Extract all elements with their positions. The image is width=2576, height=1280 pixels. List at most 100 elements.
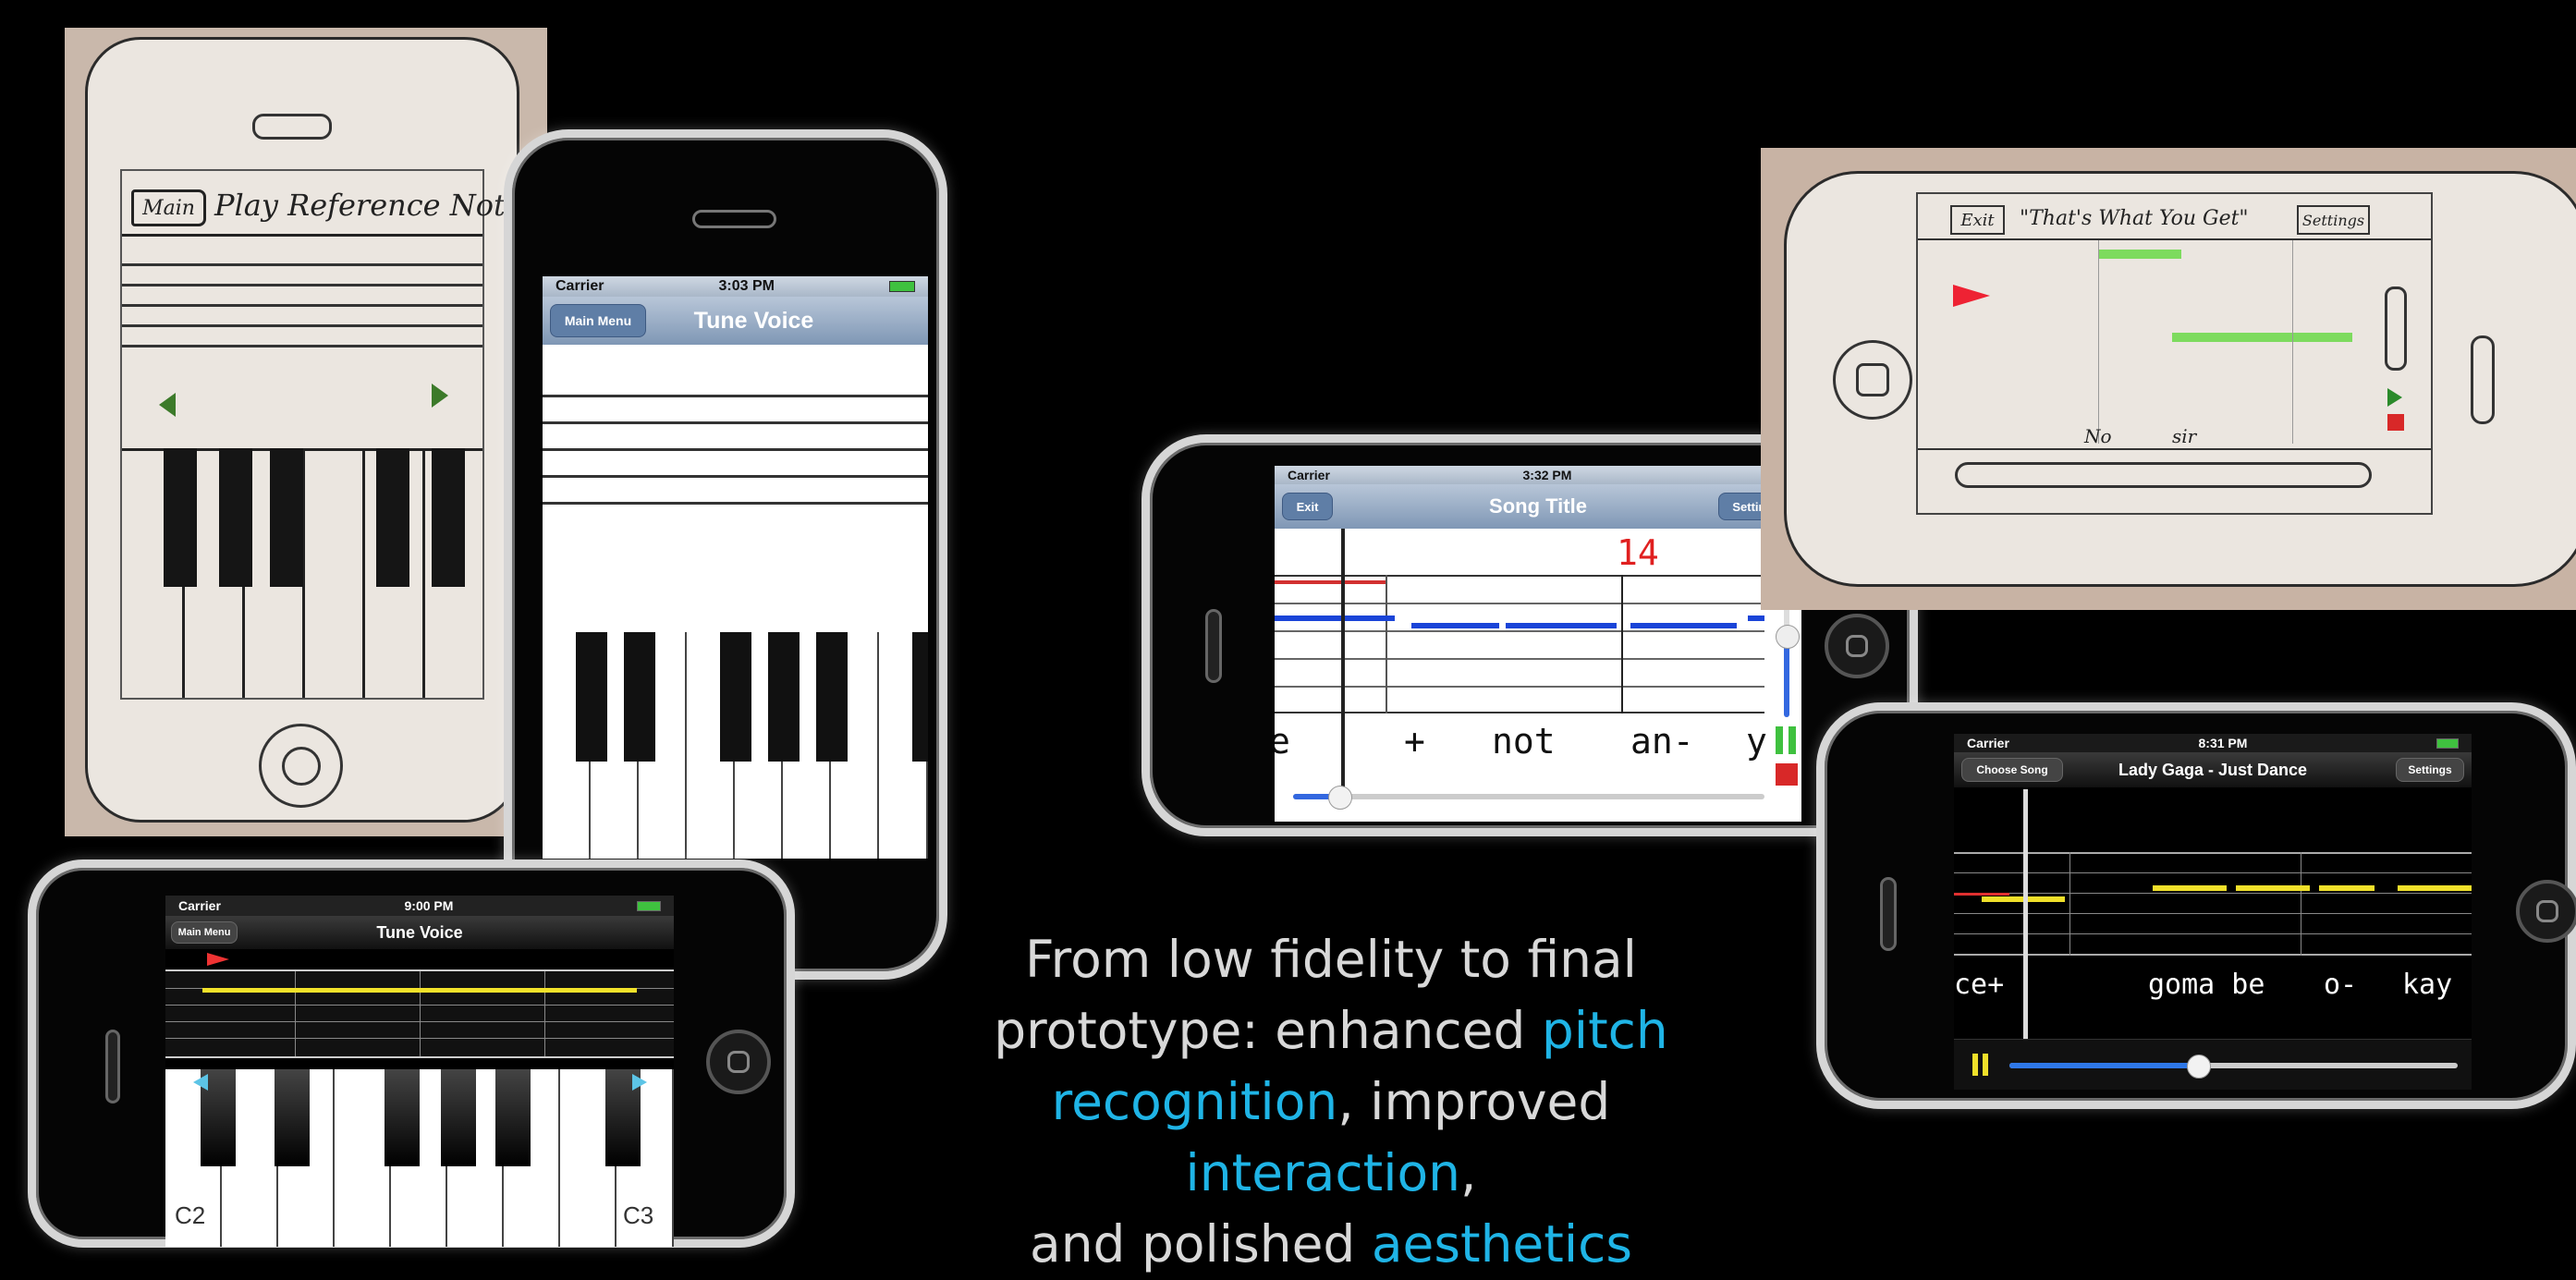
progress-knob[interactable] [2186, 1054, 2211, 1079]
black-key[interactable] [768, 632, 800, 762]
sketch-back-label: Main [142, 196, 195, 220]
sketch-progress-bar[interactable] [1955, 462, 2372, 488]
lyric: goma be [2148, 969, 2265, 1001]
sketch-stop-icon[interactable] [2387, 414, 2404, 431]
target-pitch-bar [202, 988, 637, 993]
black-key[interactable] [495, 1069, 531, 1166]
triangle-right-icon[interactable] [432, 384, 448, 408]
pitch-staff [165, 969, 674, 1058]
black-key[interactable] [275, 1069, 310, 1166]
choose-song-button[interactable]: Choose Song [1961, 758, 2063, 782]
piano-keyboard[interactable]: C2 C3 [165, 1069, 674, 1247]
sketch-red-flag-icon [1953, 285, 1990, 307]
black-key[interactable] [624, 632, 655, 762]
song-progress-slider[interactable] [1293, 786, 1764, 810]
time-label: 3:03 PM [718, 278, 775, 294]
sketch-photo-vertical: Main Play Reference Note [65, 28, 547, 836]
sketch-note-bar [2172, 333, 2352, 342]
sketch-play-icon[interactable] [2387, 388, 2402, 407]
black-key[interactable] [912, 632, 928, 762]
earpiece [105, 1030, 120, 1103]
caption-highlight: recognition [1051, 1072, 1338, 1131]
sketch-black-key [432, 448, 465, 587]
sketch-home-button [259, 724, 343, 808]
screen-lady-gaga: Carrier 8:31 PM Choose Song Lady Gaga - … [1954, 734, 2472, 1090]
sketch-speaker [252, 114, 332, 140]
time-label: 8:31 PM [2198, 736, 2248, 750]
scroll-right-arrow-icon[interactable] [632, 1074, 647, 1091]
sketch-screen: Exit "That's What You Get" Settings No s… [1916, 192, 2433, 515]
key-label-low: C2 [175, 1201, 206, 1229]
sketch-home-button [1833, 340, 1912, 420]
nav-bar: Choose Song Lady Gaga - Just Dance Setti… [1954, 752, 2472, 787]
choose-song-label: Choose Song [1976, 763, 2048, 776]
main-menu-button[interactable]: Main Menu [550, 304, 646, 337]
sketch-settings-button[interactable]: Settings [2297, 205, 2370, 235]
sketch-note-bar [2098, 250, 2181, 259]
pitch-track [1275, 575, 1764, 713]
caption-text: , [1459, 1143, 1477, 1202]
exit-label: Exit [1296, 499, 1319, 514]
note-bar [2153, 885, 2227, 891]
main-menu-label: Main Menu [177, 927, 231, 938]
settings-button[interactable]: Settings [2396, 758, 2464, 782]
lyric: an- [1630, 721, 1694, 762]
progress-fill [2009, 1063, 2198, 1068]
progress-knob[interactable] [1328, 786, 1352, 810]
status-bar: Carrier 3:03 PM [543, 276, 928, 297]
scroll-left-arrow-icon[interactable] [193, 1074, 208, 1091]
pause-icon[interactable] [1776, 726, 1798, 754]
black-key[interactable] [385, 1069, 420, 1166]
main-menu-button[interactable]: Main Menu [171, 921, 238, 944]
home-button[interactable] [1825, 614, 1889, 678]
note-bar [1506, 623, 1617, 628]
lyrics-row: ce+ goma be o- kay [1954, 963, 2472, 1009]
stop-icon[interactable] [1776, 763, 1798, 786]
lyrics-row: e + not an- y [1275, 713, 1767, 769]
caption-highlight: pitch [1541, 1001, 1668, 1060]
sketch-phone-outline: Exit "That's What You Get" Settings No s… [1784, 171, 2576, 587]
caption-highlight: aesthetics [1371, 1214, 1633, 1274]
iphone-tune-voice-portrait: Carrier 3:03 PM Main Menu Tune Voice [504, 129, 947, 980]
note-bar [1630, 623, 1737, 628]
lyric: kay [2402, 969, 2453, 1001]
pause-icon[interactable] [1972, 1054, 1991, 1076]
lyric: y [1746, 721, 1767, 762]
note-bar [1411, 623, 1499, 628]
time-label: 9:00 PM [404, 898, 454, 913]
sketch-back-button[interactable]: Main [131, 189, 206, 226]
home-button[interactable] [706, 1030, 771, 1094]
caption-text: prototype: enhanced [994, 1001, 1542, 1060]
nav-bar: Main Menu Tune Voice [543, 297, 928, 345]
time-label: 3:32 PM [1522, 468, 1572, 482]
staff [543, 395, 928, 506]
black-key[interactable] [816, 632, 848, 762]
battery-icon [888, 281, 915, 292]
song-progress-slider[interactable] [2009, 1054, 2458, 1079]
sketch-exit-button[interactable]: Exit [1950, 205, 2005, 235]
sketch-screen: Main Play Reference Note [120, 169, 523, 700]
home-button[interactable] [2516, 880, 2576, 943]
sketch-header-line [122, 234, 482, 237]
caption-highlight: interaction [1185, 1143, 1460, 1202]
score-label: 14 [1617, 532, 1659, 573]
triangle-left-icon[interactable] [159, 393, 176, 417]
status-bar: Carrier 9:00 PM [165, 896, 674, 916]
red-flag-icon [207, 953, 229, 966]
sketch-black-key [270, 448, 303, 587]
piano-keyboard[interactable] [543, 632, 928, 859]
sketch-lyric: No [2084, 425, 2112, 447]
player-controls [1954, 1039, 2472, 1090]
black-key[interactable] [576, 632, 607, 762]
black-key[interactable] [720, 632, 751, 762]
carrier-label: Carrier [555, 278, 604, 294]
lyric: o- [2324, 969, 2358, 1001]
volume-knob[interactable] [1776, 625, 1800, 649]
note-bar [1748, 616, 1764, 621]
black-key[interactable] [441, 1069, 476, 1166]
sketch-title: Play Reference Note [214, 188, 523, 223]
sketch-volume-slider[interactable] [2385, 286, 2407, 371]
main-menu-label: Main Menu [564, 313, 632, 328]
exit-button[interactable]: Exit [1282, 493, 1333, 520]
sketch-photo-horizontal: Exit "That's What You Get" Settings No s… [1761, 148, 2576, 610]
